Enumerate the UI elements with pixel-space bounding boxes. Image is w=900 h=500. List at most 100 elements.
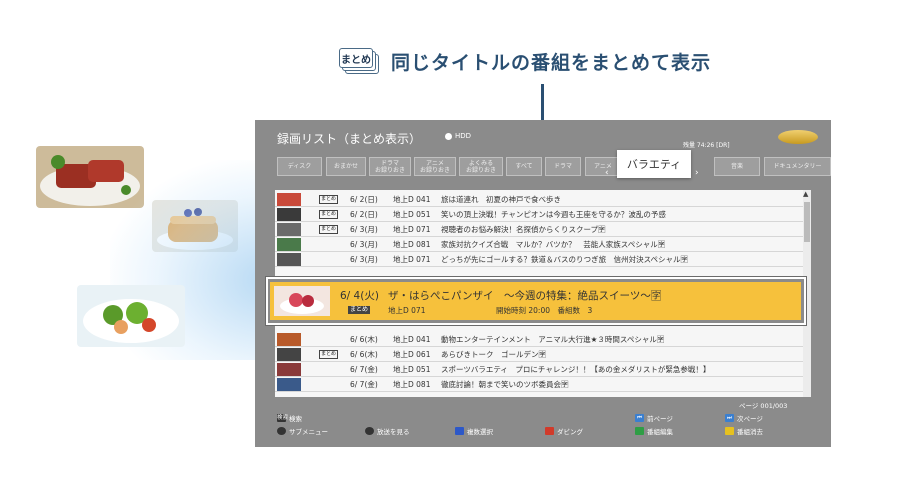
row-channel: 地上D 081 bbox=[393, 380, 431, 389]
row-date: 6/ 6(木) bbox=[350, 335, 378, 344]
program-thumbnail bbox=[277, 348, 301, 361]
program-thumbnail bbox=[277, 363, 301, 376]
submenu-hint[interactable]: サブメニュー bbox=[277, 426, 328, 436]
highlighted-group-row[interactable]: 6/ 4(火) ザ・はらぺこパンザイ ～今週の特集：絶品スイーツ～🈑 まとめ 地… bbox=[270, 282, 801, 320]
brand-logo bbox=[778, 130, 818, 144]
row-date: 6/ 6(木) bbox=[350, 350, 378, 359]
next-icon: ⏭ bbox=[725, 414, 734, 422]
matome-badge-icon: まとめ bbox=[339, 48, 379, 74]
list-item[interactable]: 6/ 6(木) 地上D 041 動物エンターテインメント アニマル大行進★３時間スペ… bbox=[275, 332, 803, 347]
green-button-hint[interactable]: 番組編集 bbox=[635, 426, 673, 436]
list-item[interactable]: まとめ 6/ 2(日) 地上D 051 笑いの頂上決戦！チャンピオンは今週も王座を守る… bbox=[275, 207, 803, 222]
row-channel: 地上D 071 bbox=[393, 255, 431, 264]
highlight-info: 開始時刻 20:00 番組数 3 bbox=[496, 306, 593, 315]
scroll-thumb[interactable] bbox=[804, 202, 810, 242]
category-tab[interactable]: アニメ お録りおき bbox=[414, 157, 456, 176]
screen-title: 録画リスト（まとめ表示） bbox=[277, 132, 422, 146]
hdd-indicator: HDD bbox=[445, 132, 471, 140]
list-item[interactable]: まとめ 6/ 3(月) 地上D 071 視聴者のお悩み解決！名探偵からくりスクープ🈑 bbox=[275, 222, 803, 237]
row-title: 徹底討論！朝まで笑いのツボ委員会🈑 bbox=[441, 380, 569, 389]
program-thumbnail bbox=[277, 333, 301, 346]
list-item[interactable]: 6/ 3(月) 地上D 071 どっちが先にゴールする？鉄道＆バスのりつぎ旅 信州対… bbox=[275, 252, 803, 267]
salad-photo bbox=[77, 285, 185, 347]
callout-heading: 同じタイトルの番組をまとめて表示 bbox=[391, 51, 712, 74]
red-button-hint[interactable]: ダビング bbox=[545, 426, 583, 436]
chevron-right-icon[interactable]: › bbox=[695, 168, 699, 178]
row-title: 笑いの頂上決戦！チャンピオンは今週も王座を守るか？波乱の予感 bbox=[441, 210, 666, 219]
disk-icon bbox=[445, 132, 452, 140]
program-thumbnail bbox=[277, 253, 301, 266]
list-item[interactable]: まとめ 6/ 2(日) 地上D 041 旅は道連れ 初夏の神戸で食べ歩き bbox=[275, 192, 803, 207]
list-item[interactable]: まとめ 6/ 6(木) 地上D 061 あらびきトーク ゴールデン🈑 bbox=[275, 347, 803, 362]
prev-page-hint[interactable]: ⏮ 前ページ bbox=[635, 413, 673, 423]
chevron-left-icon[interactable]: ‹ bbox=[605, 168, 609, 178]
blue-key-icon bbox=[455, 427, 464, 435]
page-indicator: ページ 001/003 bbox=[739, 402, 788, 410]
row-date: 6/ 3(月) bbox=[350, 255, 378, 264]
search-hint[interactable]: 検索 検索 bbox=[277, 413, 302, 423]
red-key-icon bbox=[545, 427, 554, 435]
row-channel: 地上D 061 bbox=[393, 350, 431, 359]
row-title: 旅は道連れ 初夏の神戸で食べ歩き bbox=[441, 195, 561, 204]
row-title: スポーツバラエティ プロにチャレンジ！！【あの金メダリストが緊急参戦！】 bbox=[441, 365, 711, 374]
row-title: あらびきトーク ゴールデン🈑 bbox=[441, 350, 546, 359]
category-tab[interactable]: ドキュメンタリー bbox=[764, 157, 831, 176]
category-tab[interactable]: ドラマ bbox=[545, 157, 581, 176]
row-channel: 地上D 051 bbox=[393, 365, 431, 374]
matome-tag: まとめ bbox=[319, 225, 339, 234]
sweets-thumbnail bbox=[274, 286, 330, 316]
matome-tag: まとめ bbox=[319, 195, 339, 204]
submenu-icon bbox=[277, 427, 286, 435]
matome-tag: まとめ bbox=[348, 306, 371, 314]
category-tab[interactable]: ディスク bbox=[277, 157, 322, 176]
next-page-hint[interactable]: ⏭ 次ページ bbox=[725, 413, 763, 423]
list-item[interactable]: 6/ 7(金) 地上D 081 徹底討論！朝まで笑いのツボ委員会🈑 bbox=[275, 377, 803, 392]
matome-tag: まとめ bbox=[319, 210, 339, 219]
yellow-key-icon bbox=[725, 427, 734, 435]
program-thumbnail bbox=[277, 378, 301, 391]
search-key-icon: 検索 bbox=[277, 414, 289, 422]
category-tab[interactable]: よくみる お録りおき bbox=[459, 157, 503, 176]
category-tab[interactable]: ドラマ お録りおき bbox=[369, 157, 411, 176]
highlight-date: 6/ 4(火) bbox=[340, 290, 379, 302]
list-item[interactable]: 6/ 7(金) 地上D 051 スポーツバラエティ プロにチャレンジ！！【あの金メダ… bbox=[275, 362, 803, 377]
program-thumbnail bbox=[277, 223, 301, 236]
back-icon bbox=[365, 427, 374, 435]
row-title: 動物エンターテインメント アニマル大行進★３時間スペシャル🈑 bbox=[441, 335, 665, 344]
highlight-channel: 地上D 071 bbox=[388, 306, 426, 315]
feature-callout: まとめ 同じタイトルの番組をまとめて表示 bbox=[339, 44, 711, 78]
yellow-button-hint[interactable]: 番組消去 bbox=[725, 426, 763, 436]
list-item[interactable]: 6/ 3(月) 地上D 081 家族対抗クイズ合戦 マルか？バツか？ 芸能人家族スペ… bbox=[275, 237, 803, 252]
remaining-capacity: 残量 74:26 [DR] bbox=[683, 142, 730, 149]
category-tabs: ディスク おまかせ ドラマ お録りおき アニメ お録りおき よくみる お録りおき すべてド… bbox=[277, 157, 831, 177]
back-hint[interactable]: 放送を見る bbox=[365, 426, 410, 436]
row-channel: 地上D 051 bbox=[393, 210, 431, 219]
row-title: どっちが先にゴールする？鉄道＆バスのりつぎ旅 信州対決スペシャル🈑 bbox=[441, 255, 689, 264]
row-channel: 地上D 041 bbox=[393, 195, 431, 204]
row-title: 家族対抗クイズ合戦 マルか？バツか？ 芸能人家族スペシャル🈑 bbox=[441, 240, 666, 249]
program-thumbnail bbox=[277, 193, 301, 206]
category-tab[interactable]: おまかせ bbox=[326, 157, 366, 176]
highlight-title: ザ・はらぺこパンザイ ～今週の特集：絶品スイーツ～🈑 bbox=[388, 290, 662, 302]
row-channel: 地上D 041 bbox=[393, 335, 431, 344]
category-tab[interactable]: アニメ bbox=[585, 157, 621, 176]
row-channel: 地上D 071 bbox=[393, 225, 431, 234]
blue-button-hint[interactable]: 複数選択 bbox=[455, 426, 493, 436]
row-date: 6/ 2(日) bbox=[350, 210, 378, 219]
row-date: 6/ 3(月) bbox=[350, 225, 378, 234]
tab-selected-variety[interactable]: バラエティ bbox=[617, 150, 691, 178]
row-date: 6/ 7(金) bbox=[350, 380, 378, 389]
row-date: 6/ 7(金) bbox=[350, 365, 378, 374]
row-date: 6/ 2(日) bbox=[350, 195, 378, 204]
scroll-up-icon[interactable]: ▲ bbox=[803, 190, 808, 198]
category-tab[interactable]: すべて bbox=[506, 157, 542, 176]
prev-icon: ⏮ bbox=[635, 414, 644, 422]
matome-tag: まとめ bbox=[319, 350, 339, 359]
program-thumbnail bbox=[277, 238, 301, 251]
row-title: 視聴者のお悩み解決！名探偵からくりスクープ🈑 bbox=[441, 225, 606, 234]
category-tab[interactable]: 音楽 bbox=[714, 157, 760, 176]
green-key-icon bbox=[635, 427, 644, 435]
program-thumbnail bbox=[277, 208, 301, 221]
row-channel: 地上D 081 bbox=[393, 240, 431, 249]
row-date: 6/ 3(月) bbox=[350, 240, 378, 249]
